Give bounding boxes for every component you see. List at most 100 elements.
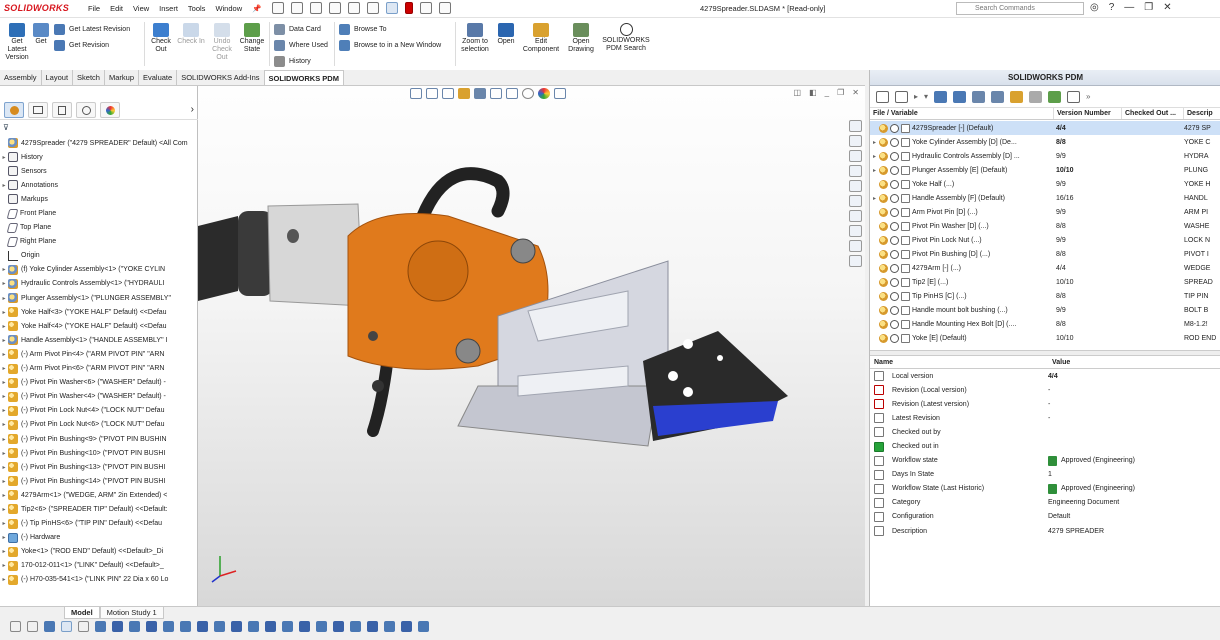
pdm-file-row[interactable]: Yoke [E] (Default) 10/10 ROD END [870,331,1220,345]
expand-arrow-icon[interactable]: ▸ [0,407,8,414]
tree-item[interactable]: Origin [0,249,198,263]
tab-evaluate[interactable]: Evaluate [139,70,178,85]
home-icon[interactable] [849,210,862,222]
get-button[interactable]: Get [32,23,50,46]
expand-arrow-icon[interactable]: ▸ [0,337,8,344]
graphics-area[interactable]: ◫ ◧ _ ❐ ✕ [198,86,865,606]
property-row[interactable]: Description 4279 SPREADER [870,524,1220,538]
expand-arrow-icon[interactable]: ▸ [0,548,8,555]
menu-tools[interactable]: Tools [188,4,206,13]
filter-axes-icon[interactable] [163,621,174,632]
property-manager-tab-icon[interactable] [28,102,48,118]
where-used-button[interactable]: Where Used [274,40,328,51]
expand-arrow-icon[interactable]: ▸ [0,266,8,273]
filter-sketch-icon[interactable] [180,621,191,632]
options-gear-icon[interactable] [439,2,451,14]
tab-motion-study-1[interactable]: Motion Study 1 [99,607,164,619]
pdm-file-row[interactable]: 4279Arm [-] (...) 4/4 WEDGE [870,261,1220,275]
solidworks-pdm-tab-icon[interactable] [849,255,862,267]
column-checked-out[interactable]: Checked Out ... [1122,108,1184,119]
expand-arrow-icon[interactable]: ▸ [0,154,8,161]
tree-item[interactable]: 4279Spreader ("4279 SPREADER" Default) <… [0,136,198,150]
expand-arrow-icon[interactable]: ▸ [0,421,8,428]
filter-cosmetic-threads-icon[interactable] [384,621,395,632]
pdm-file-row[interactable]: ▸ Handle Assembly [F] (Default) 16/16 HANDL [870,191,1220,205]
tree-item[interactable]: ▸ Tip2<6> ("SPREADER TIP" Default) <<Defa… [0,502,198,516]
expand-arrow-icon[interactable]: ▸ [0,365,8,372]
feature-tree-tab-icon[interactable] [4,102,24,118]
tab-assembly[interactable]: Assembly [0,70,42,85]
tree-item[interactable]: ▸ (-) Hardware [0,531,198,545]
tree-item[interactable]: ▸ 170-012-011<1> ("LINK" Default) <<Defau… [0,559,198,573]
print-icon[interactable] [329,2,341,14]
open-button[interactable]: Open [494,23,518,46]
property-row[interactable]: Checked out by [870,425,1220,439]
pdm-file-row[interactable]: Pivot Pin Washer [D] (...) 8/8 WASHE [870,219,1220,233]
expand-arrow-icon[interactable]: ▸ [870,195,879,202]
filter-mates-icon[interactable] [418,621,429,632]
edit-component-button[interactable]: Edit Component [520,23,562,54]
search-commands-input[interactable]: Search Commands [956,2,1084,15]
expand-arrow-icon[interactable]: ▸ [870,167,879,174]
tab-solidworks-pdm[interactable]: SOLIDWORKS PDM [264,70,344,85]
tab-solidworks-addins[interactable]: SOLIDWORKS Add-Ins [177,70,265,85]
tree-item[interactable]: ▸ (-) Pivot Pin Washer<4> ("WASHER" Defau… [0,390,198,404]
solidworks-resources-icon[interactable] [849,120,862,132]
filter-balloons-icon[interactable] [350,621,361,632]
open-drawing-button[interactable]: Open Drawing [565,23,597,54]
check-out-icon[interactable] [972,90,986,103]
spreader-3d-model[interactable] [198,86,865,606]
expand-arrow-icon[interactable]: ▸ [0,280,8,287]
column-file-variable[interactable]: File / Variable [870,108,1054,119]
pdm-search-button[interactable]: SOLIDWORKS PDM Search [600,23,652,53]
open-document-icon[interactable] [291,2,303,14]
pdm-file-row[interactable]: Yoke Half (...) 9/9 YOKE H [870,177,1220,191]
redo-icon[interactable] [367,2,379,14]
rebuild-icon[interactable] [405,2,413,14]
design-library-icon[interactable] [849,135,862,147]
chevron-down-icon[interactable]: ▾ [924,92,928,101]
expand-arrow-icon[interactable]: ▸ [870,153,879,160]
filter-surfaces-icon[interactable] [112,621,123,632]
get-latest-version-button[interactable]: Get Latest Version [3,23,31,62]
tree-item[interactable]: ▸ (-) Pivot Pin Bushing<9> ("PIVOT PIN BU… [0,432,198,446]
pdm-file-row[interactable]: Tip2 [E] (...) 10/10 SPREAD [870,275,1220,289]
pdm-file-row[interactable]: Pivot Pin Bushing [D] (...) 8/8 PIVOT I [870,247,1220,261]
panel-splitter[interactable] [870,350,1220,356]
workflow-icon[interactable] [1048,90,1062,103]
tree-item[interactable]: ▸ (-) Arm Pivot Pin<4> ("ARM PIVOT PIN" "… [0,347,198,361]
filter-toggle-icon[interactable] [10,621,21,632]
expand-arrow-icon[interactable]: ▸ [0,450,8,457]
tree-item[interactable]: ▸ (f) Yoke Cylinder Assembly<1> ("YOKE CY… [0,263,198,277]
tree-item[interactable]: ▸ (-) Pivot Pin Washer<6> ("WASHER" Defau… [0,376,198,390]
expand-arrow-icon[interactable]: ▸ [0,295,8,302]
check-in-button[interactable]: Check In [176,23,206,46]
list-view-icon[interactable] [1067,90,1081,103]
expand-arrow-icon[interactable]: ▸ [0,464,8,471]
expand-arrow-icon[interactable]: ▸ [0,520,8,527]
filter-surface-finish-icon[interactable] [316,621,327,632]
tab-layout[interactable]: Layout [42,70,74,85]
property-row[interactable]: Local version 4/4 [870,369,1220,383]
minimize-button[interactable]: — [1124,2,1134,13]
tab-markup[interactable]: Markup [105,70,139,85]
pdm-file-row[interactable]: Tip PinHS [C] (...) 8/8 TIP PIN [870,289,1220,303]
get-latest-icon[interactable] [934,90,948,103]
tree-item[interactable]: ▸ (-) Pivot Pin Bushing<13> ("PIVOT PIN B… [0,460,198,474]
tree-item[interactable]: ▸ (-) Tip PinHS<6> ("TIP PIN" Default) <<… [0,517,198,531]
filter-tolerances-icon[interactable] [282,621,293,632]
property-row[interactable]: Configuration Default [870,510,1220,524]
pdm-file-row[interactable]: Arm Pivot Pin [D] (...) 9/9 ARM PI [870,205,1220,219]
pdm-file-row[interactable]: ▸ Plunger Assembly [E] (Default) 10/10 PLUN… [870,163,1220,177]
expand-arrow-icon[interactable]: ▸ [0,478,8,485]
data-card-button[interactable]: Data Card [274,24,321,35]
tree-item[interactable]: ▸ Yoke<1> ("ROD END" Default) <<Default>_… [0,545,198,559]
filter-dimensions-icon[interactable] [214,621,225,632]
expand-arrow-icon[interactable]: ▸ [0,393,8,400]
view-palette-icon[interactable] [849,165,862,177]
expand-arrow-icon[interactable]: ▸ [0,562,8,569]
filter-icon[interactable]: ⊽ [3,123,9,132]
tree-item[interactable]: ▸ History [0,150,198,164]
filter-points-icon[interactable] [197,621,208,632]
tree-item[interactable]: ▸ Handle Assembly<1> ("HANDLE ASSEMBLY" I [0,333,198,347]
